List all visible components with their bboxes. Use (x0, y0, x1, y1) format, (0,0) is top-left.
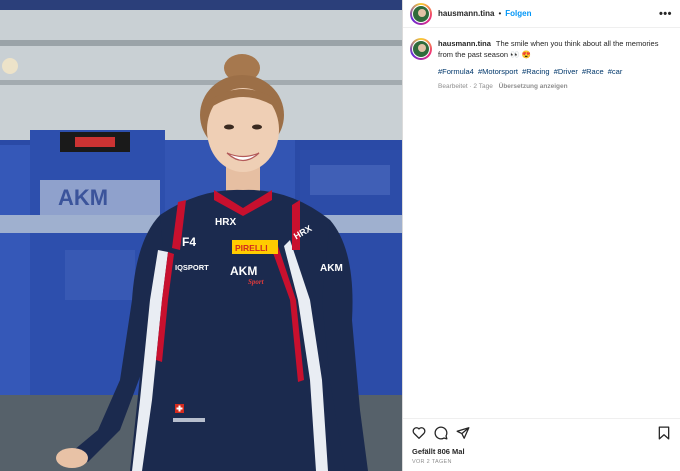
hashtag-link[interactable]: #Driver (554, 67, 578, 76)
translate-link[interactable]: Übersetzung anzeigen (499, 83, 568, 90)
avatar[interactable] (410, 2, 432, 25)
header-username[interactable]: hausmann.tina (438, 9, 494, 18)
sponsor-f4-text: F4 (182, 235, 196, 249)
instagram-post-view: AKM HRX HRX F4 PIRELLI IQSPORT AKM Sport… (0, 0, 680, 471)
sponsor-sport-text: Sport (248, 278, 265, 286)
action-bar (403, 418, 680, 446)
edited-label: Bearbeitet · 2 Tage (438, 83, 493, 90)
bookmark-icon[interactable] (656, 425, 672, 441)
caption-meta: Bearbeitet · 2 Tage Übersetzung anzeigen (438, 83, 672, 90)
banner-akm-text: AKM (58, 185, 108, 210)
hashtags: #Formula4 #Motorsport #Racing #Driver #R… (438, 66, 672, 77)
sponsor-akm-text: AKM (230, 264, 257, 278)
share-icon[interactable] (455, 425, 471, 441)
post-header: hausmann.tina • Folgen ••• (403, 0, 680, 28)
sponsor-akm-arm-text: AKM (320, 263, 343, 274)
post-photo[interactable]: AKM HRX HRX F4 PIRELLI IQSPORT AKM Sport… (0, 0, 402, 471)
header-separator: • (498, 9, 502, 18)
post-side-panel: hausmann.tina • Folgen ••• hausmann.tina… (402, 0, 680, 471)
sponsor-hrx-text: HRX (215, 217, 236, 228)
caption-username[interactable]: hausmann.tina (438, 39, 491, 48)
hashtag-link[interactable]: #Formula4 (438, 67, 474, 76)
caption-avatar[interactable] (410, 38, 432, 60)
post-caption: hausmann.tina The smile when you think a… (403, 28, 680, 90)
hashtag-link[interactable]: #Race (582, 67, 604, 76)
post-date[interactable]: VOR 2 TAGEN (412, 459, 452, 465)
hashtag-link[interactable]: #car (608, 67, 623, 76)
more-icon[interactable]: ••• (659, 8, 672, 20)
hashtag-link[interactable]: #Motorsport (478, 67, 518, 76)
heart-icon[interactable] (411, 425, 427, 441)
sponsor-iqsport-text: IQSPORT (175, 263, 209, 272)
likes-count[interactable]: Gefällt 806 Mal (412, 447, 465, 456)
comment-icon[interactable] (433, 425, 449, 441)
follow-button[interactable]: Folgen (505, 9, 531, 18)
hashtag-link[interactable]: #Racing (522, 67, 550, 76)
sponsor-pirelli-text: PIRELLI (235, 243, 268, 253)
caption-text-block: hausmann.tina The smile when you think a… (438, 38, 672, 60)
